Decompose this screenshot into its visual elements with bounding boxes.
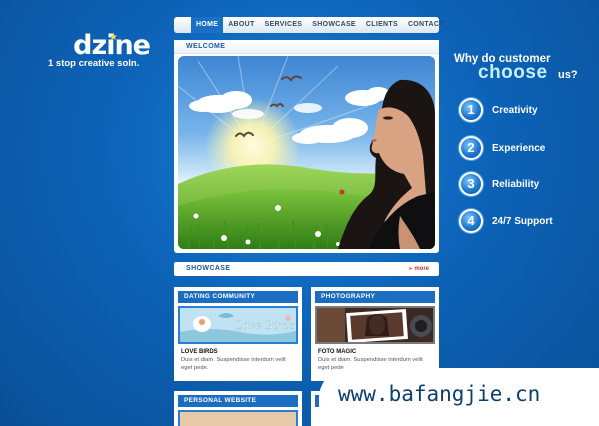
card-dating-community[interactable]: DATING COMMUNITY Love Birds LOVE BIRDS D… xyxy=(174,287,302,381)
why-emphasis: choose xyxy=(478,62,548,83)
welcome-title: WELCOME xyxy=(174,40,439,54)
card-title: FOTO MAGIC xyxy=(318,349,357,355)
site-logo[interactable]: dzine ★ 1 stop creative soln. xyxy=(48,30,158,70)
card-heading: DATING COMMUNITY xyxy=(178,291,298,303)
reason-reliability: 3 Reliability xyxy=(459,172,539,196)
reason-label: Creativity xyxy=(492,104,538,116)
card-description: Duis et diam. Suspendisse interdum velit… xyxy=(181,357,286,371)
reason-creativity: 1 Creativity xyxy=(459,98,538,122)
nav-services[interactable]: SERVICES xyxy=(260,17,308,33)
card-image-foto-magic xyxy=(315,306,435,344)
number-2-icon: 2 xyxy=(459,136,483,160)
showcase-title: SHOWCASE xyxy=(186,265,231,272)
reason-support: 4 24/7 Support xyxy=(459,209,553,233)
arrow-right-icon: ▸ xyxy=(409,266,413,272)
card-title: LOVE BIRDS xyxy=(181,349,218,355)
showcase-more-link[interactable]: ▸ more xyxy=(409,262,429,276)
hero-image xyxy=(178,56,435,249)
welcome-panel: WELCOME xyxy=(174,40,439,253)
hero-illustration xyxy=(178,56,435,249)
reason-label: Reliability xyxy=(492,178,540,190)
reason-label: Experience xyxy=(492,142,546,154)
why-suffix: us? xyxy=(558,69,578,81)
nav-home[interactable]: HOME xyxy=(191,17,224,33)
love-birds-illustration: Love Birds xyxy=(180,308,296,342)
number-1-icon: 1 xyxy=(459,98,483,122)
nav-clients[interactable]: CLIENTS xyxy=(361,17,403,33)
logo-wordmark: dzine xyxy=(73,30,151,61)
star-icon: ★ xyxy=(109,32,118,43)
watermark-banner: www.bafangjie.cn xyxy=(319,368,599,426)
reason-label: 24/7 Support xyxy=(492,215,553,227)
more-label: more xyxy=(414,266,429,272)
nav-showcase[interactable]: SHOWCASE xyxy=(307,17,361,33)
love-birds-caption: Love Birds xyxy=(234,319,295,332)
main-nav: HOME ABOUT SERVICES SHOWCASE CLIENTS CON… xyxy=(174,17,443,33)
photo-illustration xyxy=(317,308,433,342)
card-heading: PERSONAL WEBSITE xyxy=(178,395,298,407)
number-4-icon: 4 xyxy=(459,209,483,233)
card-photography[interactable]: PHOTOGRAPHY FOTO MAGIC Duis et diam. Sus… xyxy=(311,287,439,381)
nav-about[interactable]: ABOUT xyxy=(223,17,259,33)
watermark-text: www.bafangjie.cn xyxy=(338,382,541,406)
card-image-love-birds: Love Birds xyxy=(178,306,298,344)
card-image-personal-website xyxy=(178,410,298,426)
nav-contact[interactable]: CONTACT xyxy=(403,17,449,33)
reason-experience: 2 Experience xyxy=(459,136,545,160)
card-heading: PHOTOGRAPHY xyxy=(315,291,435,303)
card-personal-website[interactable]: PERSONAL WEBSITE xyxy=(174,391,302,426)
showcase-header: SHOWCASE ▸ more xyxy=(174,262,439,276)
number-3-icon: 3 xyxy=(459,172,483,196)
